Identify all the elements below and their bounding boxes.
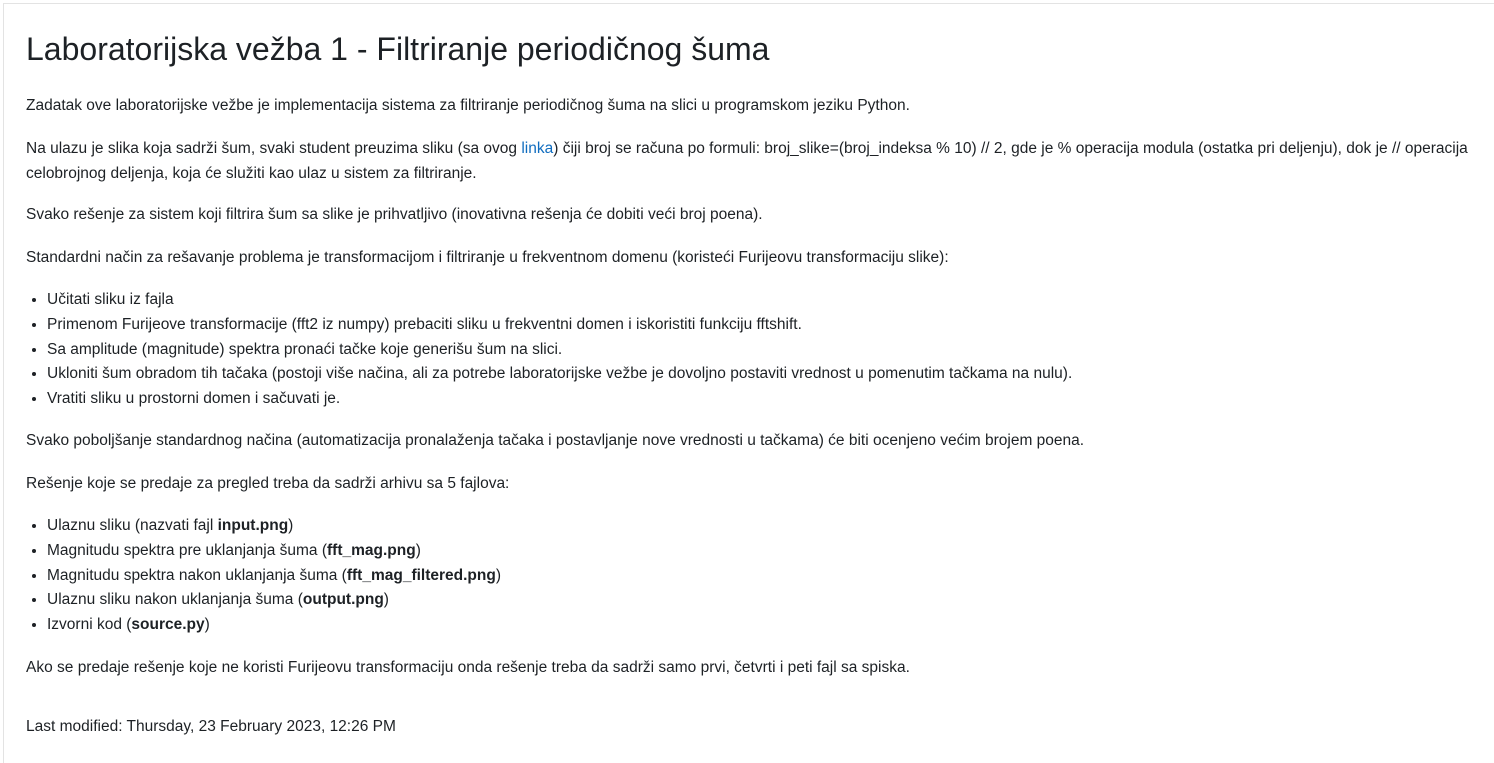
submission-intro-paragraph: Rešenje koje se predaje za pregled treba… xyxy=(26,475,510,492)
file-desc: Magnitudu spektra nakon uklanjanja šuma … xyxy=(47,566,347,584)
file-desc: Ulaznu sliku nakon uklanjanja šuma ( xyxy=(47,591,303,609)
list-item: Magnitudu spektra pre uklanjanja šuma (f… xyxy=(47,539,501,564)
input-text-before: Na ulazu je slika koja sadrži šum, svaki… xyxy=(26,140,522,157)
list-item: Ukloniti šum obradom tih tačaka (postoji… xyxy=(47,362,1072,387)
file-desc-end: ) xyxy=(288,517,294,534)
list-item: Sa amplitude (magnitude) spektra pronaći… xyxy=(47,338,1072,363)
files-list: Ulaznu sliku (nazvati fajl input.png) Ma… xyxy=(26,514,501,638)
list-item: Izvorni kod (source.py) xyxy=(47,613,501,638)
file-desc-end: ) xyxy=(204,616,210,634)
file-name: input.png xyxy=(217,517,289,534)
file-desc-end: ) xyxy=(495,566,501,584)
list-item: Vratiti sliku u prostorni domen i sačuva… xyxy=(47,387,1072,412)
improvement-paragraph: Svako poboljšanje standardnog načina (au… xyxy=(26,432,1085,449)
file-desc-end: ) xyxy=(415,541,421,559)
list-item: Učitati sliku iz fajla xyxy=(47,288,1072,313)
last-modified: Last modified: Thursday, 23 February 202… xyxy=(26,718,396,735)
page-title: Laboratorijska vežba 1 - Filtriranje per… xyxy=(26,31,770,67)
intro-paragraph: Zadatak ove laboratorijske vežbe je impl… xyxy=(26,97,910,114)
list-item: Primenom Furijeove transformacije (fft2 … xyxy=(47,313,1072,338)
file-name: output.png xyxy=(302,591,384,609)
image-download-link[interactable]: linka xyxy=(521,140,553,157)
list-item: Ulaznu sliku nakon uklanjanja šuma (outp… xyxy=(47,588,501,613)
file-name: fft_mag_filtered.png xyxy=(346,566,496,584)
standard-method-paragraph: Standardni način za rešavanje problema j… xyxy=(26,249,949,266)
file-desc: Magnitudu spektra pre uklanjanja šuma ( xyxy=(47,541,328,559)
file-desc: Izvorni kod ( xyxy=(47,616,132,634)
file-desc-end: ) xyxy=(383,591,389,609)
input-paragraph: Na ulazu je slika koja sadrži šum, svaki… xyxy=(26,136,1488,186)
steps-list: Učitati sliku iz fajla Primenom Furijeov… xyxy=(26,288,1072,412)
file-name: fft_mag.png xyxy=(327,541,416,559)
any-solution-paragraph: Svako rešenje za sistem koji filtrira šu… xyxy=(26,206,763,223)
list-item: Magnitudu spektra nakon uklanjanja šuma … xyxy=(47,564,501,589)
non-fourier-note: Ako se predaje rešenje koje ne koristi F… xyxy=(26,659,910,676)
list-item: Ulaznu sliku (nazvati fajl input.png) xyxy=(47,514,501,539)
file-desc: Ulaznu sliku (nazvati fajl xyxy=(47,517,218,534)
file-name: source.py xyxy=(131,616,205,634)
